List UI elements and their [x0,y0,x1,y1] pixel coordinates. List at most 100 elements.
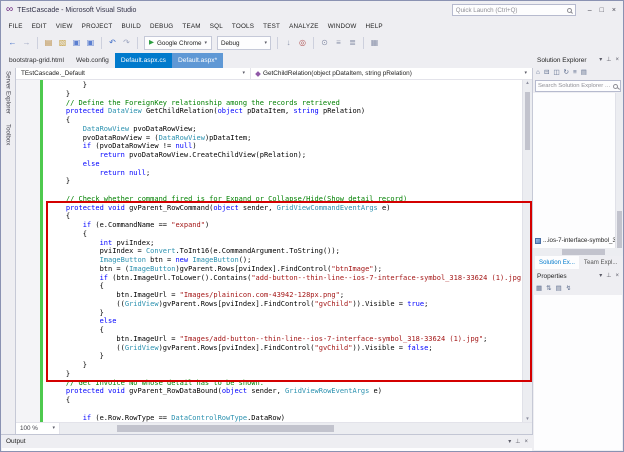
code-line: pvoDataRowView = (DataRowView)pDataItem; [49,134,522,143]
code-editor[interactable]: } } // Define the ForeignKey relationshi… [16,80,532,422]
menu-item-build[interactable]: BUILD [117,23,146,30]
refresh-icon[interactable]: ↻ [564,70,569,77]
code-line: } [49,361,522,370]
close-icon[interactable]: × [524,439,528,445]
code-line: return pvoDataRowView.CreateChildView(pR… [49,151,522,160]
window-position-icon[interactable]: ▾ [599,57,602,63]
tab-default-aspx-cs[interactable]: Default.aspx.cs [115,53,172,68]
breakpoint-icon[interactable]: ◎ [296,37,309,50]
search-icon [567,8,572,13]
start-debug-button[interactable]: ▶Google Chrome▾ [144,36,212,50]
code-token: gvParent_RowCommand( [125,204,214,212]
class-selector[interactable]: TEstCascade._Default ▾ [16,68,251,79]
tree-horizontal-scrollbar[interactable] [533,248,623,256]
menu-item-edit[interactable]: EDIT [27,23,51,30]
quick-launch-input[interactable]: Quick Launch (Ctrl+Q) [452,4,576,16]
navigate-backward-icon[interactable]: ← [6,37,19,50]
navigate-forward-icon[interactable]: → [20,37,33,50]
events-icon[interactable]: ↯ [566,286,571,293]
code-line: } [49,309,522,318]
work-row: Server Explorer Toolbox TEstCascade._Defa… [1,68,533,434]
scroll-down-icon[interactable]: ▼ [525,417,529,422]
pin-icon[interactable]: ⊥ [515,439,520,445]
undo-icon[interactable]: ↶ [106,37,119,50]
scrollbar-thumb[interactable] [117,425,334,432]
tab-bootstrap-grid-html[interactable]: bootstrap-grid.html [3,53,70,68]
find-icon[interactable]: ⊙ [318,37,331,50]
menu-item-analyze[interactable]: ANALYZE [285,23,324,30]
code-token: ImageButton [192,256,238,264]
solution-configuration-select[interactable]: Debug▾ [217,36,271,50]
pin-icon[interactable]: ⊥ [606,57,611,63]
zoom-select[interactable]: 100 % ▾ [16,423,60,434]
show-all-files-icon[interactable]: ◫ [553,70,559,77]
close-icon[interactable]: × [615,273,619,279]
home-icon[interactable]: ⌂ [536,70,540,77]
editor-vertical-scrollbar[interactable]: ▲ ▼ [522,80,532,422]
tool-window-tab-team-expl[interactable]: Team Expl... [580,256,622,269]
change-tracking-bar [40,80,43,422]
code-token: pviIndex = [49,247,146,255]
menu-item-debug[interactable]: DEBUG [146,23,178,30]
editor-horizontal-scrollbar[interactable] [60,423,532,434]
code-line: else [49,160,522,169]
minimize-button[interactable]: – [588,7,592,14]
tree-item[interactable]: ...ios-7-interface-symbol_318-3 [533,235,615,246]
scrollbar-thumb[interactable] [525,92,530,150]
menu-item-view[interactable]: VIEW [51,23,77,30]
code-token: true [407,300,424,308]
output-content [2,448,532,451]
tab-web-config[interactable]: Web.config [70,53,115,68]
properties-icon[interactable]: ▤ [581,70,587,77]
open-file-icon[interactable]: ▧ [56,37,69,50]
uncomment-icon[interactable]: ≣ [346,37,359,50]
menu-item-tools[interactable]: TOOLS [227,23,258,30]
solution-explorer-search-input[interactable]: Search Solution Explorer (Ctrl+...) [535,80,621,92]
maximize-button[interactable]: □ [600,7,604,14]
scrollbar-thumb[interactable] [562,249,605,255]
tab-default-aspx[interactable]: Default.aspx* [172,53,223,68]
categorized-icon[interactable]: ▦ [536,286,542,293]
code-line: if (pvoDataRowView != null) [49,142,522,151]
search-icon [613,84,618,89]
attach-debugger-icon[interactable]: ↓ [282,37,295,50]
window-position-icon[interactable]: ▾ [599,273,602,279]
member-selector[interactable]: GetChildRelation(object pDataItem, strin… [251,68,532,79]
new-file-icon[interactable]: ▤ [42,37,55,50]
tool-window-tab-solution-ex[interactable]: Solution Ex... [535,256,579,269]
tree-vertical-scrollbar[interactable] [615,93,623,248]
code-token: } [49,90,70,98]
save-icon[interactable]: ▣ [70,37,83,50]
alphabetical-icon[interactable]: ⇅ [546,286,551,293]
menu-item-help[interactable]: HELP [361,23,387,30]
close-button[interactable]: × [612,7,616,14]
code-token [49,142,83,150]
menu-item-team[interactable]: TEAM [178,23,205,30]
solution-explorer-tree[interactable]: ...ios-7-interface-symbol_318-328px.png [533,93,623,248]
menu-item-project[interactable]: PROJECT [77,23,117,30]
properties-toolbar: ▦ ⇅ ▤ ↯ [533,283,623,295]
save-all-icon[interactable]: ▣ [84,37,97,50]
redo-icon[interactable]: ↷ [120,37,133,50]
window-position-icon[interactable]: ▾ [508,439,511,445]
code-token: } [49,309,104,317]
menu-item-window[interactable]: WINDOW [323,23,361,30]
pin-icon[interactable]: ⊥ [606,273,611,279]
view-code-icon[interactable]: ≡ [573,70,577,77]
property-pages-icon[interactable]: ▤ [556,286,562,293]
comment-icon[interactable]: ≡ [332,37,345,50]
tool-tab-server-explorer[interactable]: Server Explorer [5,71,12,114]
code-line: if (btn.ImageUrl.ToLower().Contains("add… [49,274,522,283]
menu-item-test[interactable]: TEST [259,23,285,30]
close-icon[interactable]: × [615,57,619,63]
extensions-icon[interactable]: ▦ [368,37,381,50]
tool-tab-toolbox[interactable]: Toolbox [5,124,12,145]
menu-item-file[interactable]: FILE [4,23,27,30]
properties-grid [534,295,622,450]
menu-item-sql[interactable]: SQL [205,23,227,30]
scroll-up-icon[interactable]: ▲ [525,81,529,86]
code-line: btn.ImageUrl = "Images/plainicon.com-439… [49,291,522,300]
scrollbar-thumb[interactable] [617,211,622,248]
code-token: sender, [247,387,285,395]
collapse-all-icon[interactable]: ⊟ [544,70,549,77]
